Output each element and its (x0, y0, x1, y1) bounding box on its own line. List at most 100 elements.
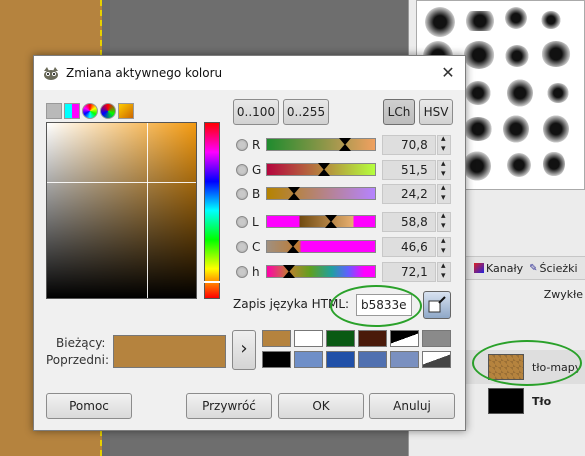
help-button[interactable]: Pomoc (46, 393, 132, 419)
brush-icon[interactable] (505, 45, 529, 67)
slider-bar[interactable] (266, 138, 376, 151)
brush-icon[interactable] (463, 151, 491, 181)
add-to-history-button[interactable]: › (232, 330, 256, 370)
cancel-button[interactable]: Anuluj (369, 393, 455, 419)
brush-icon[interactable] (425, 7, 455, 37)
ok-label: OK (312, 399, 330, 413)
brush-icon[interactable] (541, 41, 571, 67)
history-swatch[interactable] (326, 330, 355, 347)
brush-icon[interactable] (463, 41, 495, 69)
ok-button[interactable]: OK (278, 393, 364, 419)
history-swatch[interactable] (390, 351, 419, 368)
cancel-label: Anuluj (393, 399, 431, 413)
slider-b[interactable]: B 24,2 (234, 183, 459, 204)
hue-strip[interactable] (204, 122, 220, 299)
radio[interactable] (236, 188, 248, 200)
brush-icon[interactable] (465, 81, 491, 105)
brush-icon[interactable] (503, 115, 529, 143)
slider-value[interactable]: 70,8 (382, 135, 436, 155)
slider-marker (318, 169, 330, 176)
slider-marker (283, 271, 295, 278)
slider-bar[interactable] (266, 163, 376, 176)
gimp-icon (42, 65, 60, 81)
lch-button[interactable]: LCh (383, 99, 415, 125)
history-swatch[interactable] (358, 330, 387, 347)
slider-r[interactable]: R 70,8 (234, 134, 459, 155)
history-swatch[interactable] (262, 351, 291, 368)
close-icon[interactable]: ✕ (435, 60, 461, 86)
brush-icon[interactable] (507, 79, 533, 107)
history-swatch[interactable] (326, 351, 355, 368)
wheel-selector-icon[interactable] (100, 103, 116, 119)
triangle-selector-icon[interactable] (82, 103, 98, 119)
tab-paths[interactable]: ✎ Ścieżki (529, 262, 577, 275)
radio[interactable] (236, 164, 248, 176)
brush-icon[interactable] (547, 83, 569, 103)
history-swatch[interactable] (390, 330, 419, 347)
brush-icon[interactable] (543, 115, 569, 143)
slider-value[interactable]: 46,6 (382, 237, 436, 257)
slider-value[interactable]: 24,2 (382, 184, 436, 204)
radio[interactable] (236, 216, 248, 228)
slider-marker (287, 246, 299, 253)
radio[interactable] (236, 139, 248, 151)
layer-name: Tło (532, 394, 552, 408)
radio[interactable] (236, 266, 248, 278)
tab-channels[interactable]: Kanały (474, 262, 523, 275)
tab-paths-label: Ścieżki (539, 261, 578, 275)
slider-c[interactable]: C 46,6 (234, 236, 459, 257)
slider-spinner[interactable] (437, 236, 451, 257)
picker-crosshair-h (47, 182, 196, 183)
radio[interactable] (236, 241, 248, 253)
range-255-button[interactable]: 0..255 (283, 99, 329, 125)
hsv-button[interactable]: HSV (419, 99, 453, 125)
layer-mode-select[interactable]: Zwykłe (462, 284, 585, 306)
slider-value[interactable]: 58,8 (382, 212, 436, 232)
layer-row[interactable]: Tło (462, 384, 585, 418)
slider-bar[interactable] (266, 215, 376, 228)
html-notation-input[interactable]: b5833e (356, 294, 412, 316)
slider-spinner[interactable] (437, 211, 451, 232)
dock-tabs: Kanały ✎ Ścieżki (462, 256, 585, 280)
cmyk-selector-icon[interactable] (64, 103, 80, 119)
history-swatch[interactable] (294, 351, 323, 368)
slider-bar[interactable] (266, 265, 376, 278)
reset-button[interactable]: Przywróć (186, 393, 272, 419)
slider-value[interactable]: 72,1 (382, 262, 436, 282)
current-color-swatch (113, 335, 226, 368)
hsv-label: HSV (423, 105, 449, 119)
brush-icon[interactable] (463, 11, 497, 31)
channels-icon (474, 263, 484, 273)
color-picker-button[interactable] (423, 291, 451, 319)
history-swatch[interactable] (422, 351, 451, 368)
palette-selector-icon[interactable] (118, 103, 134, 119)
slider-spinner[interactable] (437, 134, 451, 155)
slider-bar[interactable] (266, 240, 376, 253)
picker-crosshair-v (147, 123, 148, 298)
slider-value[interactable]: 51,5 (382, 160, 436, 180)
layer-thumbnail (488, 388, 524, 414)
brush-icon[interactable] (463, 117, 493, 141)
slider-spinner[interactable] (437, 261, 451, 282)
history-swatch[interactable] (358, 351, 387, 368)
saturation-value-picker[interactable] (46, 122, 197, 299)
gimp-selector-icon[interactable] (46, 103, 62, 119)
brush-icon[interactable] (541, 11, 561, 29)
layer-thumbnail (488, 354, 524, 380)
slider-h[interactable]: h 72,1 (234, 261, 459, 282)
slider-bar[interactable] (266, 187, 376, 200)
history-swatch[interactable] (294, 330, 323, 347)
brush-icon[interactable] (507, 153, 531, 177)
help-label: Pomoc (69, 399, 109, 413)
dialog-titlebar[interactable]: Zmiana aktywnego koloru ✕ (34, 56, 465, 90)
history-swatch[interactable] (262, 330, 291, 347)
slider-l[interactable]: L 58,8 (234, 211, 459, 232)
slider-spinner[interactable] (437, 159, 451, 180)
brush-icon[interactable] (543, 151, 565, 177)
range-100-button[interactable]: 0..100 (233, 99, 279, 125)
layer-row[interactable]: tło-mapy (462, 350, 585, 384)
brush-icon[interactable] (505, 7, 527, 29)
slider-g[interactable]: G 51,5 (234, 159, 459, 180)
slider-spinner[interactable] (437, 183, 451, 204)
history-swatch[interactable] (422, 330, 451, 347)
